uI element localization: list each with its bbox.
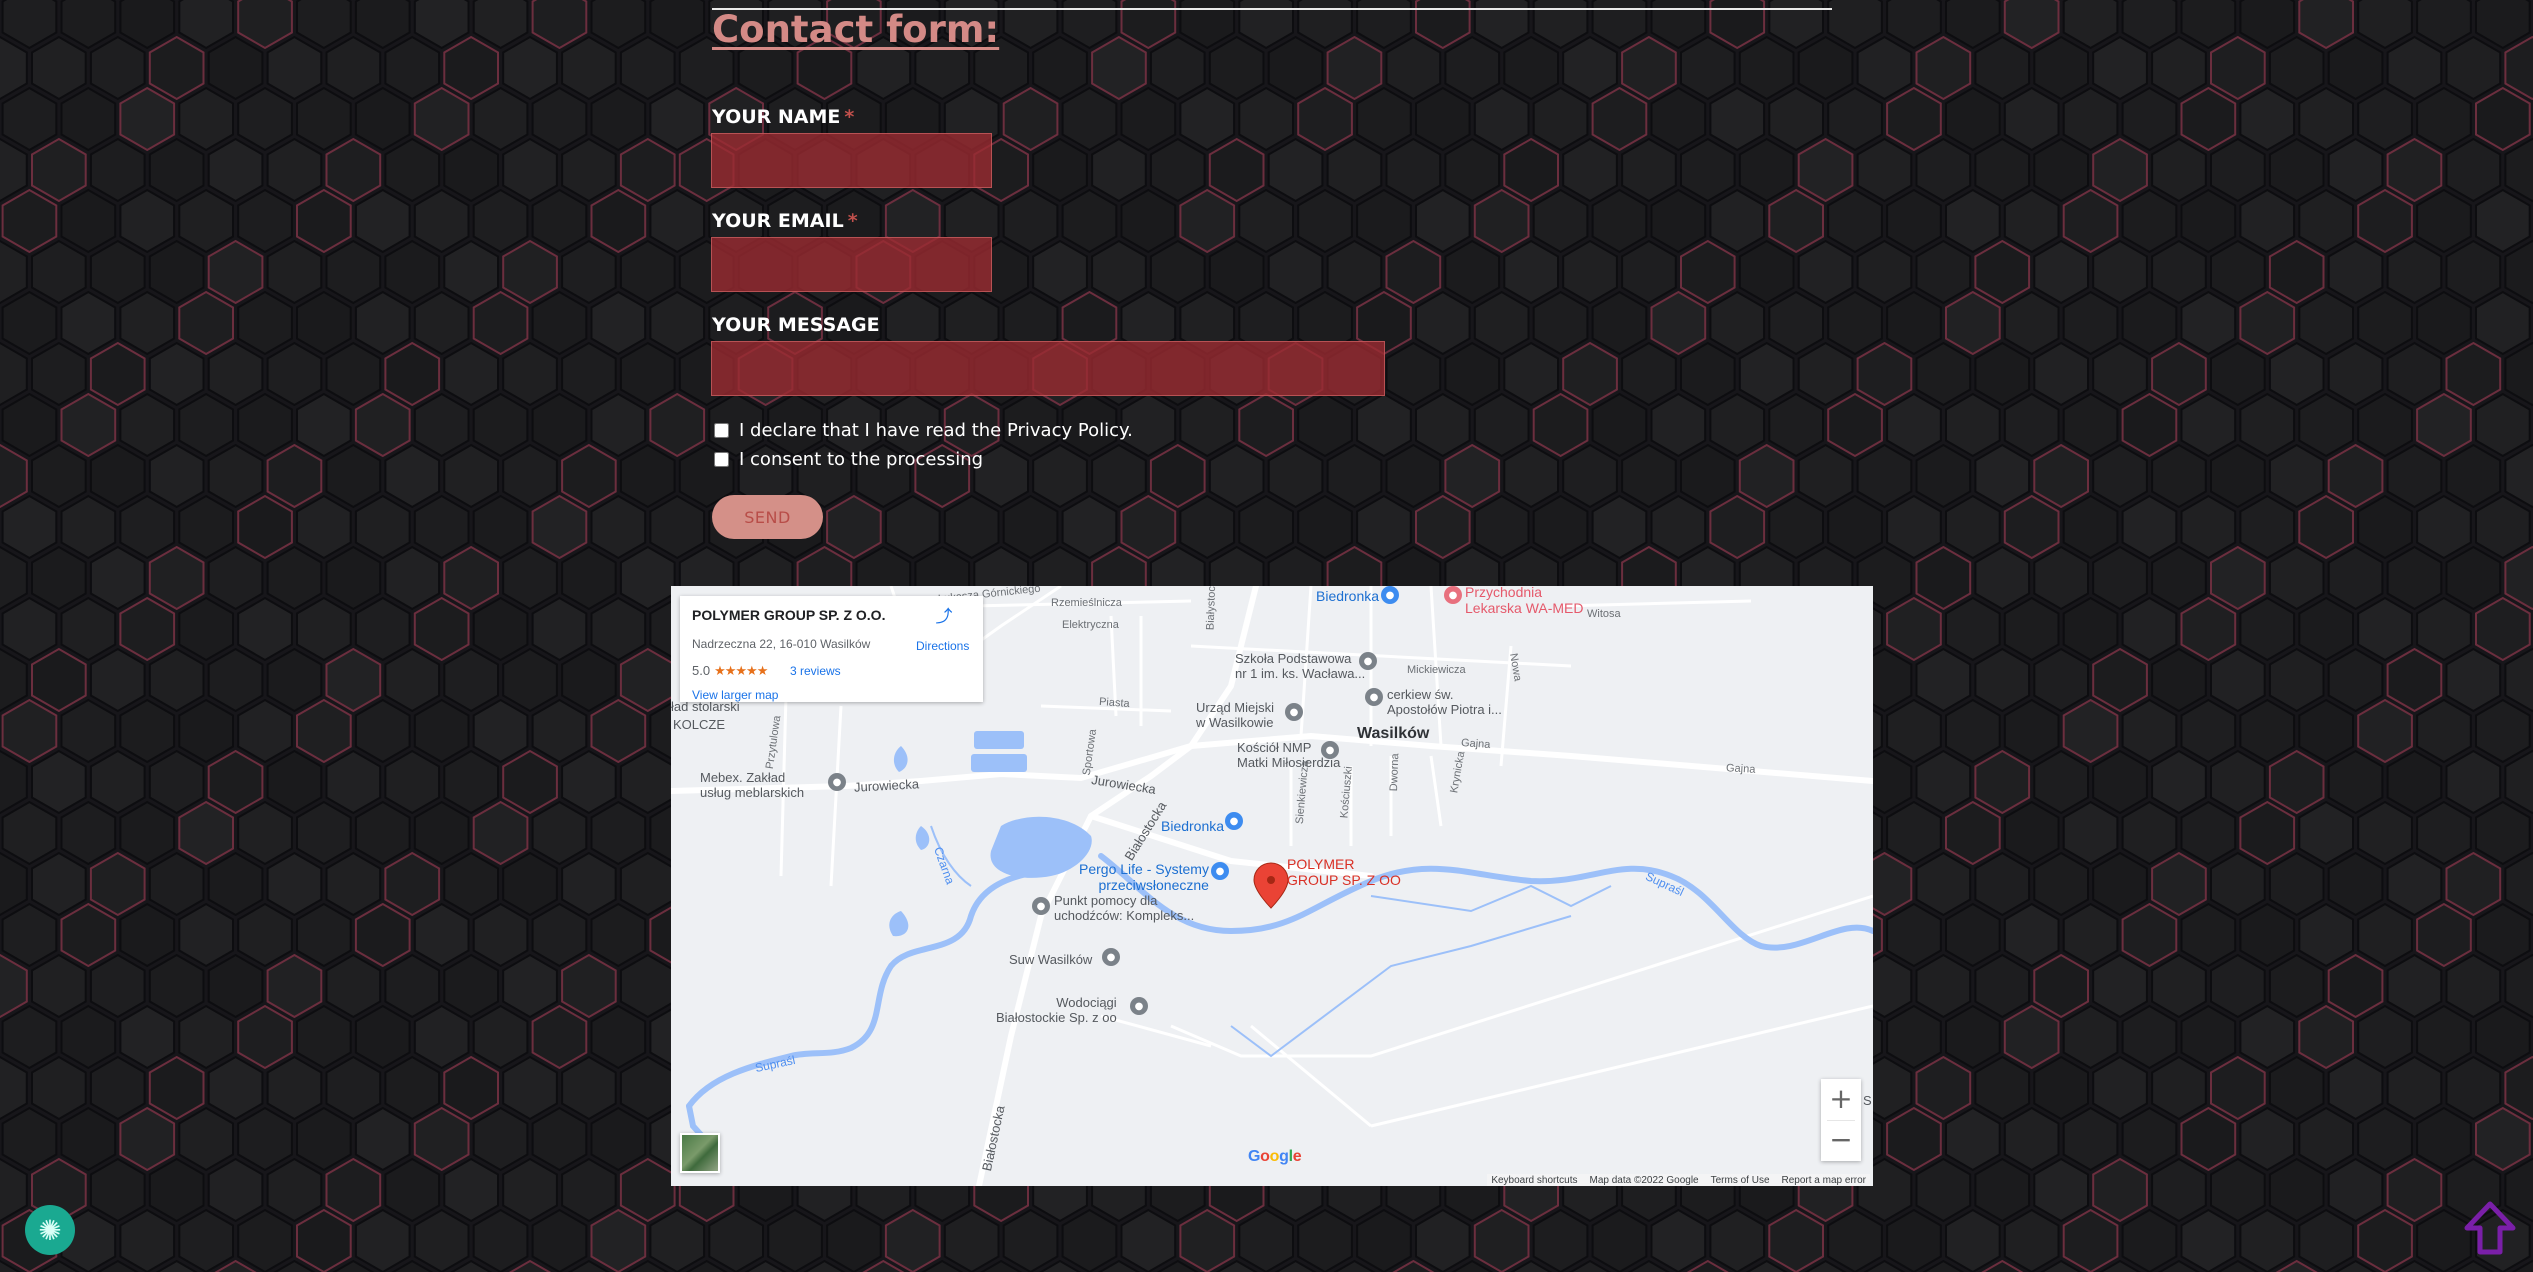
place-label: Mebex. Zakład usług meblarskich <box>700 770 805 800</box>
name-field[interactable] <box>711 133 992 188</box>
message-field[interactable] <box>711 341 1385 396</box>
rating-stars-icon: ★★★★★ <box>714 663 768 678</box>
school-pin-icon[interactable]: ● <box>1359 652 1377 670</box>
clinic-pin-icon[interactable]: ● <box>1444 586 1462 604</box>
place-pin-icon[interactable]: ● <box>1032 897 1050 915</box>
place-pin-icon[interactable]: ● <box>1102 948 1120 966</box>
privacy-label: I declare that I have read the Privacy P… <box>739 419 1133 441</box>
street-label: Białystocka <box>1204 586 1219 631</box>
church-pin-icon[interactable]: ● <box>1365 688 1383 706</box>
place-label: Urząd Miejski w Wasilkowie <box>1196 700 1275 730</box>
consent-label: I consent to the processing <box>739 448 984 470</box>
satellite-layer-toggle[interactable] <box>680 1133 720 1173</box>
email-label-text: YOUR EMAIL <box>712 210 844 232</box>
arrow-up-icon[interactable] <box>2463 1200 2517 1256</box>
place-address: Nadrzeczna 22, 16-010 Wasilków <box>692 637 871 651</box>
street-label: Gajna <box>1725 762 1756 776</box>
contact-form-title: Contact form: <box>712 8 1000 51</box>
place-label: Suw Wasilków <box>1009 952 1093 967</box>
street-label: Dworna <box>1387 753 1402 792</box>
place-pin-icon[interactable]: ● <box>1130 997 1148 1015</box>
clinic-label: Przychodnia Lekarska WA-MED <box>1465 586 1584 617</box>
street-label: Gajna <box>1460 736 1491 752</box>
email-field[interactable] <box>711 237 992 292</box>
place-label: Szkoła Podstawowa nr 1 im. ks. Wacława..… <box>1235 651 1366 681</box>
message-label: YOUR MESSAGE <box>712 314 880 336</box>
privacy-row: I declare that I have read the Privacy P… <box>714 417 1133 443</box>
street-label: Witosa <box>1587 608 1621 620</box>
shop-label: Biedronka <box>1161 818 1225 834</box>
street-label: Mickiewicza <box>1407 664 1466 676</box>
business-label: POLYMER GROUP SP. Z OO <box>1287 856 1401 889</box>
map-data-text: Map data ©2022 Google <box>1589 1175 1699 1186</box>
townhall-pin-icon[interactable]: ● <box>1285 703 1303 721</box>
chat-bubble-icon[interactable]: ✺ <box>25 1205 75 1255</box>
google-map[interactable]: Łukasza Górnickiego Rzemieślnicza Elektr… <box>671 586 1873 1186</box>
reviews-link[interactable]: 3 reviews <box>790 664 841 678</box>
directions-link[interactable]: Directions <box>916 639 969 653</box>
shop-pin-icon[interactable]: ● <box>1225 812 1243 830</box>
map-marker-icon[interactable] <box>1253 862 1289 909</box>
district-label: KOLCZE <box>673 717 726 732</box>
required-mark: * <box>844 106 855 128</box>
shop-label: Biedronka <box>1316 588 1380 604</box>
keyboard-shortcuts-link[interactable]: Keyboard shortcuts <box>1491 1174 1577 1186</box>
report-error-link[interactable]: Report a map error <box>1782 1174 1866 1186</box>
zoom-controls: + − <box>1821 1079 1861 1161</box>
place-label: Wodociągi Białostockie Sp. z oo <box>996 995 1117 1025</box>
rating-value: 5.0 <box>692 663 711 678</box>
shop-pin-icon[interactable]: ● <box>1381 586 1399 604</box>
message-label-text: YOUR MESSAGE <box>712 314 880 336</box>
name-label: YOUR NAME * <box>712 106 854 128</box>
email-label: YOUR EMAIL * <box>712 210 858 232</box>
consent-row: I consent to the processing <box>714 446 983 472</box>
google-logo: Google <box>1248 1148 1302 1165</box>
name-label-text: YOUR NAME <box>712 106 841 128</box>
place-pin-icon[interactable]: ● <box>828 773 846 791</box>
view-larger-map-link[interactable]: View larger map <box>692 688 778 702</box>
place-rating: 5.0 ★★★★★ <box>692 663 768 679</box>
shop-pin-icon[interactable]: ● <box>1211 862 1229 880</box>
place-label: Punkt pomocy dla uchodźców: Kompleks... <box>1054 893 1195 923</box>
privacy-checkbox[interactable] <box>714 422 729 438</box>
page-content: Contact form: YOUR NAME * YOUR EMAIL * YOU… <box>0 0 2533 1272</box>
terms-link[interactable]: Terms of Use <box>1711 1174 1770 1186</box>
zoom-out-button[interactable]: − <box>1821 1120 1861 1160</box>
place-label: ład stolarski <box>671 699 740 714</box>
required-mark: * <box>847 210 858 232</box>
church-pin-icon[interactable]: ● <box>1321 741 1339 759</box>
street-label: Piasta <box>1098 695 1130 711</box>
town-label: Wasilków <box>1357 725 1430 742</box>
street-label: Rzemieślnicza <box>1051 597 1122 609</box>
place-label: Pergo Life - Systemy przeciwsłoneczne <box>1079 861 1209 894</box>
send-button[interactable]: SEND <box>712 495 823 539</box>
zoom-in-button[interactable]: + <box>1821 1079 1861 1119</box>
place-info-card: POLYMER GROUP SP. Z O.O. Nadrzeczna 22, … <box>680 596 983 702</box>
place-label: cerkiew św. Apostołów Piotra i... <box>1387 687 1502 717</box>
directions-icon[interactable]: ⤴ <box>934 607 954 627</box>
consent-checkbox[interactable] <box>714 451 729 467</box>
street-label: Elektryczna <box>1062 619 1119 631</box>
edge-label: S <box>1863 1093 1872 1108</box>
place-name: POLYMER GROUP SP. Z O.O. <box>692 607 886 623</box>
map-attribution: Keyboard shortcuts Map data ©2022 Google… <box>1487 1174 1870 1186</box>
